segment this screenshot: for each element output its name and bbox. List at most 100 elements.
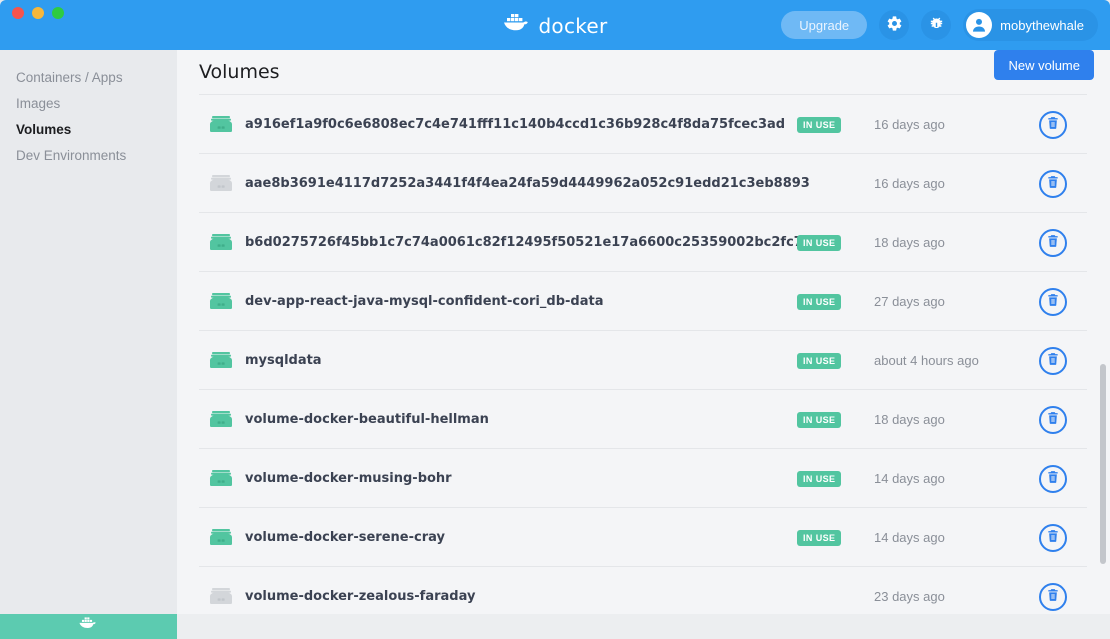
volume-date-label: 23 days ago — [874, 567, 945, 614]
delete-volume-button[interactable] — [1039, 170, 1067, 198]
table-row[interactable]: dev-app-react-java-mysql-confident-cori_… — [199, 271, 1087, 330]
trash-icon — [1046, 411, 1060, 428]
volume-status-cell: IN USE — [797, 331, 841, 390]
volume-icon — [209, 351, 233, 370]
sidebar-item-containers[interactable]: Containers / Apps — [0, 64, 177, 90]
volume-status-cell: IN USE — [797, 95, 841, 154]
titlebar-actions: Upgrade — [781, 0, 1098, 50]
maximize-window-button[interactable] — [52, 7, 64, 19]
window-controls — [12, 7, 64, 19]
volume-date-label: 16 days ago — [874, 154, 945, 213]
volume-status-cell: IN USE — [797, 449, 841, 508]
sidebar-item-volumes[interactable]: Volumes — [0, 116, 177, 142]
delete-volume-button[interactable] — [1039, 406, 1067, 434]
volume-name-label: volume-docker-serene-cray — [245, 530, 445, 545]
volume-delete-cell — [1039, 154, 1067, 213]
volume-icon — [209, 174, 233, 193]
volume-icon — [209, 528, 233, 547]
volume-icon — [209, 292, 233, 311]
bug-icon — [928, 15, 945, 35]
volume-name-label: volume-docker-zealous-faraday — [245, 589, 475, 604]
volumes-scrollbar[interactable] — [1100, 94, 1106, 614]
table-row[interactable]: volume-docker-zealous-faraday 23 days ago — [199, 566, 1087, 614]
volume-name-label: volume-docker-beautiful-hellman — [245, 412, 489, 427]
status-badge: IN USE — [797, 530, 841, 546]
volume-delete-cell — [1039, 272, 1067, 331]
status-badge: IN USE — [797, 117, 841, 133]
delete-volume-button[interactable] — [1039, 347, 1067, 375]
volume-status-cell: IN USE — [797, 390, 841, 449]
docker-brand-label: docker — [538, 14, 607, 38]
delete-volume-button[interactable] — [1039, 111, 1067, 139]
volume-delete-cell — [1039, 567, 1067, 614]
page-header: Volumes New volume — [177, 50, 1110, 94]
table-row[interactable]: a916ef1a9f0c6e6808ec7c4e741fff11c140b4cc… — [199, 94, 1087, 153]
table-row[interactable]: b6d0275726f45bb1c7c74a0061c82f12495f5052… — [199, 212, 1087, 271]
volume-name-label: volume-docker-musing-bohr — [245, 471, 452, 486]
sidebar: Containers / Apps Images Volumes Dev Env… — [0, 50, 177, 639]
delete-volume-button[interactable] — [1039, 524, 1067, 552]
docker-whale-icon — [78, 616, 100, 637]
gear-icon — [886, 15, 903, 35]
minimize-window-button[interactable] — [32, 7, 44, 19]
volume-delete-cell — [1039, 213, 1067, 272]
volume-name-label: aae8b3691e4117d7252a3441f4f4ea24fa59d444… — [245, 176, 810, 191]
volume-delete-cell — [1039, 331, 1067, 390]
trash-icon — [1046, 116, 1060, 133]
upgrade-button[interactable]: Upgrade — [781, 11, 867, 39]
volume-delete-cell — [1039, 449, 1067, 508]
title-bar: docker Upgrade — [0, 0, 1110, 50]
trash-icon — [1046, 175, 1060, 192]
volume-name-label: b6d0275726f45bb1c7c74a0061c82f12495f5052… — [245, 235, 803, 250]
docker-desktop-window: docker Upgrade — [0, 0, 1110, 639]
user-menu[interactable]: mobythewhale — [963, 9, 1098, 41]
volume-status-cell: IN USE — [797, 508, 841, 567]
sidebar-item-images[interactable]: Images — [0, 90, 177, 116]
trash-icon — [1046, 293, 1060, 310]
status-badge: IN USE — [797, 412, 841, 428]
status-badge: IN USE — [797, 235, 841, 251]
volume-name-label: mysqldata — [245, 353, 322, 368]
volume-icon — [209, 469, 233, 488]
volume-status-cell: IN USE — [797, 272, 841, 331]
table-row[interactable]: volume-docker-serene-crayIN USE14 days a… — [199, 507, 1087, 566]
volume-date-label: 16 days ago — [874, 95, 945, 154]
sidebar-item-dev-environments[interactable]: Dev Environments — [0, 142, 177, 168]
engine-status-bar[interactable] — [0, 614, 177, 639]
delete-volume-button[interactable] — [1039, 229, 1067, 257]
user-name-label: mobythewhale — [1000, 18, 1084, 33]
close-window-button[interactable] — [12, 7, 24, 19]
table-row[interactable]: aae8b3691e4117d7252a3441f4f4ea24fa59d444… — [199, 153, 1087, 212]
status-badge: IN USE — [797, 353, 841, 369]
volume-icon — [209, 115, 233, 134]
delete-volume-button[interactable] — [1039, 288, 1067, 316]
volume-date-label: 18 days ago — [874, 390, 945, 449]
table-row[interactable]: volume-docker-beautiful-hellman IN USE 18 … — [199, 389, 1087, 448]
trash-icon — [1046, 352, 1060, 369]
volume-date-label: 18 days ago — [874, 213, 945, 272]
docker-logo-icon — [502, 11, 532, 40]
delete-volume-button[interactable] — [1039, 583, 1067, 611]
trash-icon — [1046, 588, 1060, 605]
report-bug-button[interactable] — [921, 10, 951, 40]
volume-delete-cell — [1039, 508, 1067, 567]
settings-button[interactable] — [879, 10, 909, 40]
volume-name-label: dev-app-react-java-mysql-confident-cori_… — [245, 294, 603, 309]
volume-icon — [209, 410, 233, 429]
volumes-scrollbar-thumb[interactable] — [1100, 364, 1106, 564]
volume-delete-cell — [1039, 95, 1067, 154]
sidebar-item-label: Images — [16, 96, 60, 111]
bottom-strip — [177, 614, 1110, 639]
table-row[interactable]: volume-docker-musing-bohrIN USE14 days a… — [199, 448, 1087, 507]
table-row[interactable]: mysqldata IN USE about 4 hours ago — [199, 330, 1087, 389]
volume-icon — [209, 587, 233, 606]
status-badge: IN USE — [797, 471, 841, 487]
sidebar-item-label: Volumes — [16, 122, 71, 137]
volume-date-label: 27 days ago — [874, 272, 945, 331]
volume-date-label: about 4 hours ago — [874, 331, 979, 390]
trash-icon — [1046, 234, 1060, 251]
avatar — [966, 12, 992, 38]
delete-volume-button[interactable] — [1039, 465, 1067, 493]
new-volume-button[interactable]: New volume — [994, 50, 1094, 80]
sidebar-item-label: Containers / Apps — [16, 70, 123, 85]
